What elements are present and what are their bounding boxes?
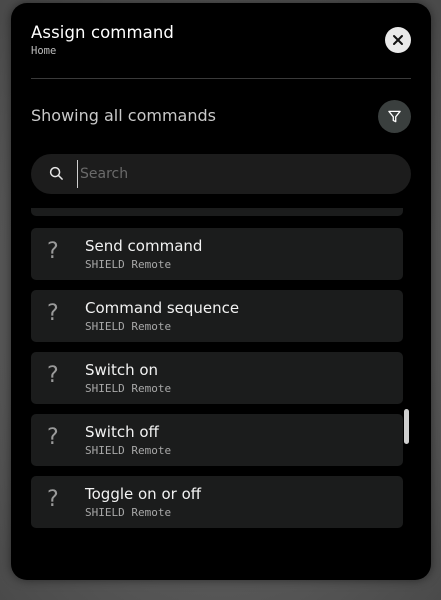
scrollbar-thumb[interactable] [404, 409, 409, 444]
command-name: Switch on [85, 361, 159, 379]
command-name: Command sequence [85, 299, 240, 317]
command-name: Switch off [85, 423, 159, 441]
search-icon [49, 166, 63, 180]
question-icon: ? [47, 239, 59, 264]
close-button[interactable] [385, 27, 411, 53]
breadcrumb[interactable]: Home [31, 45, 56, 57]
command-device: SHIELD Remote [85, 258, 172, 271]
close-icon [393, 35, 403, 45]
command-item-toggle[interactable]: ? Toggle on or off SHIELD Remote [31, 476, 403, 528]
question-icon: ? [47, 301, 59, 326]
command-device: SHIELD Remote [85, 382, 172, 395]
command-item-send-command[interactable]: ? Send command SHIELD Remote [31, 228, 403, 280]
command-item-command-sequence[interactable]: ? Command sequence SHIELD Remote [31, 290, 403, 342]
command-item[interactable]: ? [31, 208, 403, 216]
assign-command-dialog: Assign command Home Showing all commands… [11, 3, 431, 580]
question-icon: ? [47, 425, 59, 450]
question-icon: ? [47, 487, 59, 512]
command-device: SHIELD Remote [85, 320, 172, 333]
command-item-switch-on[interactable]: ? Switch on SHIELD Remote [31, 352, 403, 404]
filter-icon [388, 110, 401, 123]
command-item-switch-off[interactable]: ? Switch off SHIELD Remote [31, 414, 403, 466]
command-list: ? ? Send command SHIELD Remote ? Command… [31, 208, 403, 538]
command-device: SHIELD Remote [85, 506, 172, 519]
question-icon: ? [47, 363, 59, 388]
divider [31, 78, 411, 79]
command-name: Send command [85, 237, 203, 255]
command-device: SHIELD Remote [85, 444, 172, 457]
command-name: Toggle on or off [85, 485, 202, 503]
search-input[interactable] [77, 160, 377, 188]
filter-status: Showing all commands [31, 106, 216, 125]
search-box[interactable] [31, 154, 411, 194]
dialog-title: Assign command [31, 23, 174, 42]
filter-button[interactable] [378, 100, 411, 133]
